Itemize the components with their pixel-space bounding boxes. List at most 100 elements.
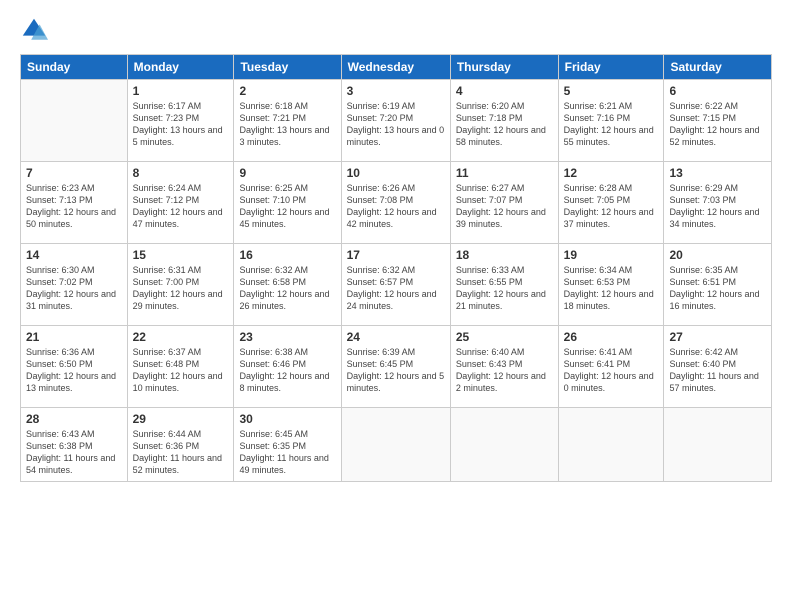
calendar-day-cell [21,80,128,162]
day-info: Sunrise: 6:36 AM Sunset: 6:50 PM Dayligh… [26,346,122,395]
day-info: Sunrise: 6:23 AM Sunset: 7:13 PM Dayligh… [26,182,122,231]
day-number: 22 [133,330,229,344]
calendar-day-cell: 10Sunrise: 6:26 AM Sunset: 7:08 PM Dayli… [341,162,450,244]
day-number: 25 [456,330,553,344]
calendar-day-cell: 4 Sunrise: 6:20 AM Sunset: 7:18 PM Daylig… [450,80,558,162]
calendar-day-cell: 28Sunrise: 6:43 AM Sunset: 6:38 PM Dayli… [21,408,128,482]
day-number: 10 [347,166,445,180]
page: SundayMondayTuesdayWednesdayThursdayFrid… [0,0,792,612]
day-number: 11 [456,166,553,180]
day-number: 15 [133,248,229,262]
calendar-day-cell: 12 Sunrise: 6:28 AM Sunset: 7:05 PM Dayli… [558,162,664,244]
calendar-day-cell: 17 Sunrise: 6:32 AM Sunset: 6:57 PM Dayli… [341,244,450,326]
day-info: Sunrise: 6:27 AM Sunset: 7:07 PM Dayligh… [456,182,553,231]
day-number: 21 [26,330,122,344]
day-number: 20 [669,248,766,262]
day-info: Sunrise: 6:38 AM Sunset: 6:46 PM Dayligh… [239,346,335,395]
logo-icon [20,16,48,44]
calendar-day-cell [341,408,450,482]
day-number: 18 [456,248,553,262]
calendar-day-cell: 30 Sunrise: 6:45 AM Sunset: 6:35 PM Dayli… [234,408,341,482]
calendar-day-cell: 19 Sunrise: 6:34 AM Sunset: 6:53 PM Dayli… [558,244,664,326]
day-info: Sunrise: 6:21 AM Sunset: 7:16 PM Dayligh… [564,100,659,149]
day-number: 4 [456,84,553,98]
day-info: Sunrise: 6:40 AM Sunset: 6:43 PM Dayligh… [456,346,553,395]
day-info: Sunrise: 6:34 AM Sunset: 6:53 PM Dayligh… [564,264,659,313]
calendar-day-cell: 27 Sunrise: 6:42 AM Sunset: 6:40 PM Dayli… [664,326,772,408]
day-info: Sunrise: 6:39 AM Sunset: 6:45 PM Dayligh… [347,346,445,395]
day-info: Sunrise: 6:42 AM Sunset: 6:40 PM Dayligh… [669,346,766,395]
day-info: Sunrise: 6:33 AM Sunset: 6:55 PM Dayligh… [456,264,553,313]
calendar-day-cell: 5 Sunrise: 6:21 AM Sunset: 7:16 PM Daylig… [558,80,664,162]
day-number: 12 [564,166,659,180]
day-info: Sunrise: 6:32 AM Sunset: 6:57 PM Dayligh… [347,264,445,313]
calendar-dow-friday: Friday [558,55,664,80]
day-info: Sunrise: 6:19 AM Sunset: 7:20 PM Dayligh… [347,100,445,149]
day-number: 13 [669,166,766,180]
day-info: Sunrise: 6:17 AM Sunset: 7:23 PM Dayligh… [133,100,229,149]
calendar-day-cell: 16 Sunrise: 6:32 AM Sunset: 6:58 PM Dayli… [234,244,341,326]
day-info: Sunrise: 6:35 AM Sunset: 6:51 PM Dayligh… [669,264,766,313]
header [20,16,772,44]
calendar-week-row: 14Sunrise: 6:30 AM Sunset: 7:02 PM Dayli… [21,244,772,326]
day-info: Sunrise: 6:45 AM Sunset: 6:35 PM Dayligh… [239,428,335,477]
day-number: 30 [239,412,335,426]
day-number: 19 [564,248,659,262]
calendar-week-row: 1 Sunrise: 6:17 AM Sunset: 7:23 PM Daylig… [21,80,772,162]
day-number: 5 [564,84,659,98]
day-number: 16 [239,248,335,262]
calendar-day-cell [558,408,664,482]
calendar-week-row: 28Sunrise: 6:43 AM Sunset: 6:38 PM Dayli… [21,408,772,482]
day-number: 26 [564,330,659,344]
day-info: Sunrise: 6:18 AM Sunset: 7:21 PM Dayligh… [239,100,335,149]
day-number: 24 [347,330,445,344]
calendar-day-cell: 15 Sunrise: 6:31 AM Sunset: 7:00 PM Dayli… [127,244,234,326]
day-info: Sunrise: 6:30 AM Sunset: 7:02 PM Dayligh… [26,264,122,313]
day-info: Sunrise: 6:25 AM Sunset: 7:10 PM Dayligh… [239,182,335,231]
calendar-day-cell: 8Sunrise: 6:24 AM Sunset: 7:12 PM Daylig… [127,162,234,244]
calendar-day-cell: 9 Sunrise: 6:25 AM Sunset: 7:10 PM Daylig… [234,162,341,244]
calendar-day-cell: 6 Sunrise: 6:22 AM Sunset: 7:15 PM Daylig… [664,80,772,162]
calendar-day-cell: 11 Sunrise: 6:27 AM Sunset: 7:07 PM Dayli… [450,162,558,244]
day-info: Sunrise: 6:44 AM Sunset: 6:36 PM Dayligh… [133,428,229,477]
day-number: 9 [239,166,335,180]
calendar-day-cell: 26 Sunrise: 6:41 AM Sunset: 6:41 PM Dayli… [558,326,664,408]
calendar-week-row: 21 Sunrise: 6:36 AM Sunset: 6:50 PM Dayli… [21,326,772,408]
day-number: 3 [347,84,445,98]
day-info: Sunrise: 6:24 AM Sunset: 7:12 PM Dayligh… [133,182,229,231]
day-info: Sunrise: 6:28 AM Sunset: 7:05 PM Dayligh… [564,182,659,231]
calendar-day-cell: 29 Sunrise: 6:44 AM Sunset: 6:36 PM Dayli… [127,408,234,482]
calendar-table: SundayMondayTuesdayWednesdayThursdayFrid… [20,54,772,482]
calendar-day-cell: 24 Sunrise: 6:39 AM Sunset: 6:45 PM Dayli… [341,326,450,408]
calendar-dow-saturday: Saturday [664,55,772,80]
calendar-day-cell: 21 Sunrise: 6:36 AM Sunset: 6:50 PM Dayli… [21,326,128,408]
calendar-day-cell: 13 Sunrise: 6:29 AM Sunset: 7:03 PM Dayli… [664,162,772,244]
day-number: 7 [26,166,122,180]
day-info: Sunrise: 6:29 AM Sunset: 7:03 PM Dayligh… [669,182,766,231]
day-number: 6 [669,84,766,98]
day-number: 17 [347,248,445,262]
day-number: 1 [133,84,229,98]
day-number: 28 [26,412,122,426]
calendar-day-cell: 1 Sunrise: 6:17 AM Sunset: 7:23 PM Daylig… [127,80,234,162]
day-info: Sunrise: 6:22 AM Sunset: 7:15 PM Dayligh… [669,100,766,149]
calendar-dow-thursday: Thursday [450,55,558,80]
calendar-day-cell: 22 Sunrise: 6:37 AM Sunset: 6:48 PM Dayli… [127,326,234,408]
day-info: Sunrise: 6:20 AM Sunset: 7:18 PM Dayligh… [456,100,553,149]
day-number: 27 [669,330,766,344]
calendar-day-cell [664,408,772,482]
calendar-day-cell [450,408,558,482]
calendar-dow-monday: Monday [127,55,234,80]
calendar-day-cell: 25 Sunrise: 6:40 AM Sunset: 6:43 PM Dayli… [450,326,558,408]
day-number: 2 [239,84,335,98]
calendar-dow-tuesday: Tuesday [234,55,341,80]
day-info: Sunrise: 6:37 AM Sunset: 6:48 PM Dayligh… [133,346,229,395]
calendar-day-cell: 2 Sunrise: 6:18 AM Sunset: 7:21 PM Daylig… [234,80,341,162]
day-info: Sunrise: 6:41 AM Sunset: 6:41 PM Dayligh… [564,346,659,395]
day-number: 29 [133,412,229,426]
calendar-dow-sunday: Sunday [21,55,128,80]
day-info: Sunrise: 6:31 AM Sunset: 7:00 PM Dayligh… [133,264,229,313]
calendar-day-cell: 3 Sunrise: 6:19 AM Sunset: 7:20 PM Daylig… [341,80,450,162]
day-info: Sunrise: 6:32 AM Sunset: 6:58 PM Dayligh… [239,264,335,313]
logo [20,16,50,44]
